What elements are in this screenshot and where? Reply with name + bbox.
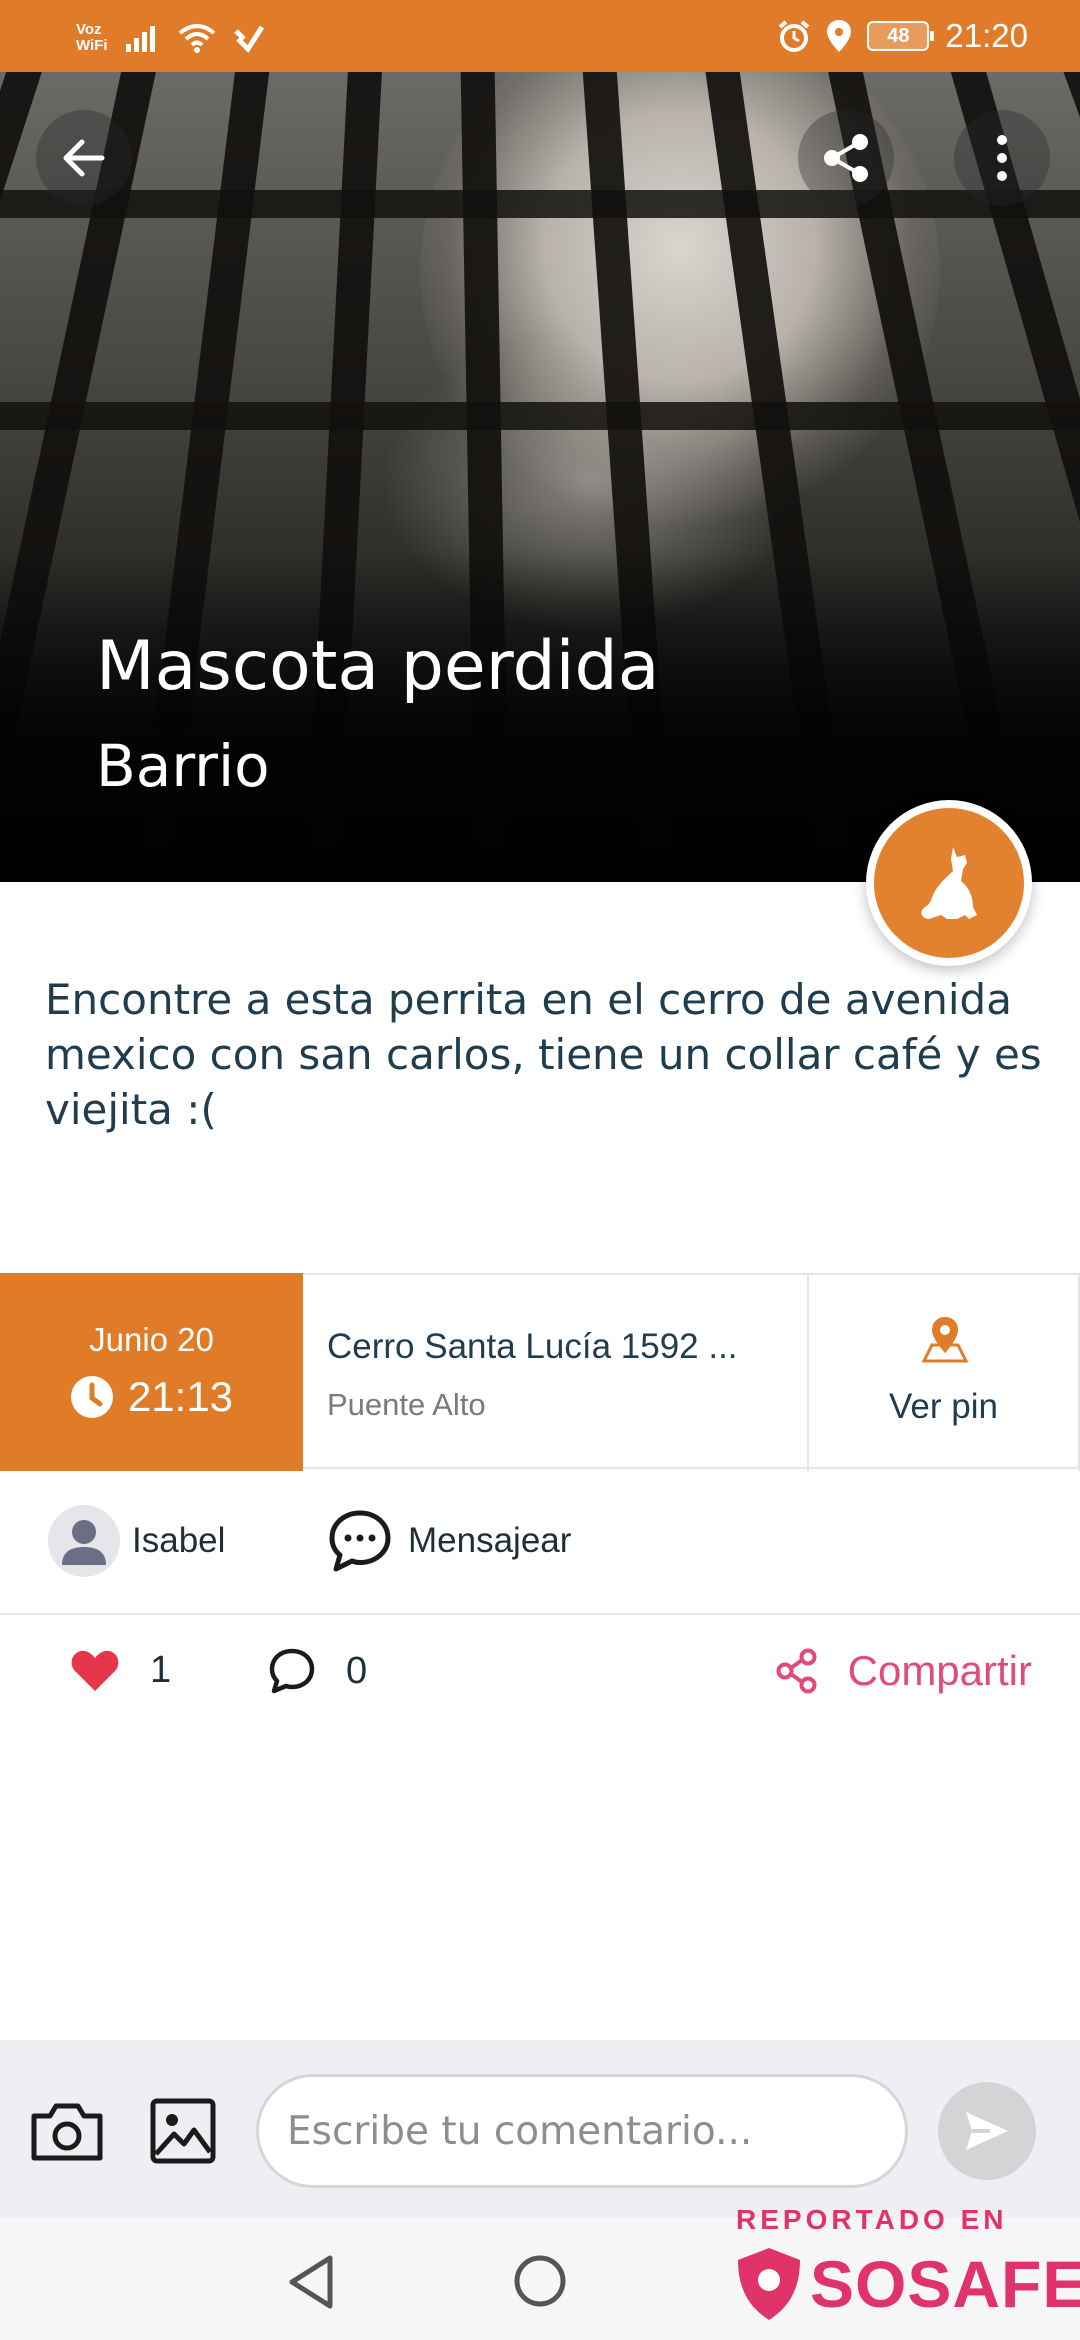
watermark-brand-name: SOSAFE xyxy=(810,2247,1080,2321)
person-icon xyxy=(62,1520,106,1565)
sosafe-watermark: REPORTADO EN SOSAFE xyxy=(730,2204,1080,2340)
post-time: 21:13 xyxy=(127,1373,234,1420)
alarm-icon xyxy=(779,20,810,52)
watermark-brand: SOSAFE xyxy=(734,2246,1080,2322)
avatar[interactable] xyxy=(48,1505,120,1577)
comment-icon xyxy=(269,1648,315,1694)
view-pin-button[interactable]: Ver pin xyxy=(809,1275,1080,1471)
comment-count: 0 xyxy=(346,1649,368,1692)
signal-icon xyxy=(125,26,155,52)
chat-bubble-icon xyxy=(329,1510,391,1572)
info-row: Junio 20 21:13 Cerro Santa Lucía 1592 ..… xyxy=(0,1273,1080,1471)
post-title: Mascota perdida xyxy=(96,627,660,706)
back-button[interactable] xyxy=(36,110,132,206)
back-arrow-icon xyxy=(63,139,105,177)
nav-back-icon[interactable] xyxy=(286,2254,336,2310)
clock-icon xyxy=(70,1376,113,1418)
heart-icon xyxy=(71,1650,119,1691)
nav-home-icon[interactable] xyxy=(513,2254,567,2308)
send-icon xyxy=(966,2112,1008,2150)
data-saver-icon xyxy=(233,25,264,53)
dog-icon xyxy=(921,847,977,919)
more-vert-icon xyxy=(997,135,1007,181)
actions-row: 1 0 Compartir xyxy=(0,1617,1080,1737)
message-button[interactable]: Mensajear xyxy=(328,1503,571,1579)
wifi-icon xyxy=(178,24,215,53)
share-label: Compartir xyxy=(847,1647,1032,1694)
share-icon xyxy=(776,1648,817,1694)
like-count: 1 xyxy=(150,1648,172,1691)
address-line: Cerro Santa Lucía 1592 ... xyxy=(327,1327,738,1366)
shield-icon xyxy=(738,2248,800,2320)
address-commune: Puente Alto xyxy=(327,1387,486,1422)
comment-bar xyxy=(0,2040,1080,2218)
view-pin-label: Ver pin xyxy=(889,1387,998,1426)
author-name[interactable]: Isabel xyxy=(132,1521,225,1561)
date-time-box: Junio 20 21:13 xyxy=(0,1273,303,1471)
vowifi-label: Voz WiFi xyxy=(76,21,108,54)
more-options-button[interactable] xyxy=(954,110,1050,206)
author-row: Isabel Mensajear xyxy=(0,1469,1080,1615)
status-right: 48 21:20 xyxy=(777,14,1028,58)
comment-input[interactable] xyxy=(256,2074,908,2188)
address-box[interactable]: Cerro Santa Lucía 1592 ... Puente Alto xyxy=(303,1275,809,1471)
status-bar: Voz WiFi 48 21:20 xyxy=(0,0,1080,72)
share-header-button[interactable] xyxy=(798,110,894,206)
share-button[interactable]: Compartir xyxy=(774,1647,1032,1695)
category-badge xyxy=(866,800,1032,966)
status-clock: 21:20 xyxy=(945,17,1028,54)
share-icon xyxy=(824,134,868,182)
hero-photo: Mascota perdida Barrio xyxy=(0,72,1080,882)
fence-rail xyxy=(0,190,1080,218)
comments-button[interactable]: 0 xyxy=(268,1647,367,1695)
category-badge-inner xyxy=(874,808,1024,958)
watermark-top: REPORTADO EN xyxy=(736,2204,1008,2235)
send-button[interactable] xyxy=(938,2082,1036,2180)
like-button[interactable]: 1 xyxy=(70,1647,171,1693)
message-label: Mensajear xyxy=(408,1521,572,1560)
camera-icon xyxy=(31,2103,103,2161)
post-description: Encontre a esta perrita en el cerro de a… xyxy=(45,975,1042,1134)
post-subtitle: Barrio xyxy=(96,732,270,800)
image-icon xyxy=(150,2098,216,2164)
status-left: Voz WiFi xyxy=(76,18,264,58)
gallery-button[interactable] xyxy=(150,2098,216,2169)
location-icon xyxy=(827,20,852,52)
post-date: Junio 20 xyxy=(89,1321,214,1358)
camera-button[interactable] xyxy=(30,2100,104,2167)
post-time-line: 21:13 xyxy=(0,1373,303,1421)
map-pin-icon xyxy=(921,1317,969,1363)
battery-indicator: 48 xyxy=(867,21,935,51)
